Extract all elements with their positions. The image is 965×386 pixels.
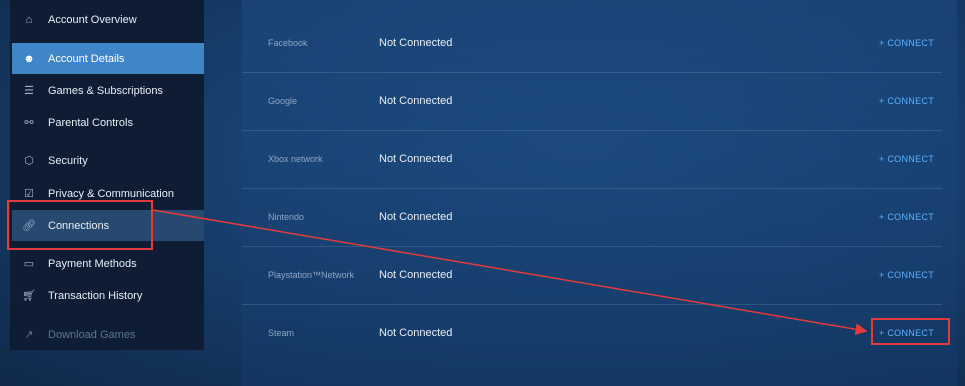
sidebar-item-account-overview[interactable]: ⌂ Account Overview bbox=[12, 4, 204, 35]
sidebar-item-payment-methods[interactable]: ▭ Payment Methods bbox=[12, 248, 204, 279]
home-icon: ⌂ bbox=[25, 13, 33, 26]
steam-connect-highlight-box bbox=[871, 318, 950, 345]
sidebar-item-label: Games & Subscriptions bbox=[48, 84, 163, 97]
sidebar-item-label: Transaction History bbox=[48, 289, 143, 302]
sidebar-item-label: Download Games bbox=[48, 328, 136, 341]
connect-button[interactable]: + CONNECT bbox=[879, 72, 934, 130]
service-name: Steam bbox=[268, 328, 295, 338]
sidebar-item-transaction-history[interactable]: 🛒︎ Transaction History bbox=[12, 280, 204, 311]
card-icon: ▭ bbox=[23, 258, 35, 270]
connection-status: Not Connected bbox=[379, 153, 453, 165]
connection-row-google: Google Not Connected + CONNECT bbox=[242, 72, 942, 131]
user-icon: ☻ bbox=[23, 52, 35, 65]
sidebar-item-label: Payment Methods bbox=[48, 257, 137, 270]
service-name: Xbox network bbox=[268, 154, 323, 164]
sidebar-item-label: Account Overview bbox=[48, 13, 137, 26]
list-icon: ☰ bbox=[24, 85, 34, 97]
connection-status: Not Connected bbox=[379, 95, 453, 107]
connection-row-nintendo: Nintendo Not Connected + CONNECT bbox=[242, 188, 942, 247]
connect-button[interactable]: + CONNECT bbox=[879, 14, 934, 72]
sidebar-item-label: Parental Controls bbox=[48, 116, 133, 129]
connect-button[interactable]: + CONNECT bbox=[879, 246, 934, 304]
sidebar-item-label: Account Details bbox=[48, 52, 125, 65]
connection-row-facebook: Facebook Not Connected + CONNECT bbox=[242, 14, 942, 73]
sidebar-item-label: Privacy & Communication bbox=[48, 187, 174, 200]
connection-status: Not Connected bbox=[379, 211, 453, 223]
service-name: Google bbox=[268, 96, 298, 106]
connect-button[interactable]: + CONNECT bbox=[879, 188, 934, 246]
sidebar-item-games-subscriptions[interactable]: ☰ Games & Subscriptions bbox=[12, 75, 204, 106]
connection-status: Not Connected bbox=[379, 327, 453, 339]
connection-status: Not Connected bbox=[379, 37, 453, 49]
connection-row-steam: Steam Not Connected + CONNECT bbox=[242, 304, 942, 362]
external-link-icon: ↗ bbox=[24, 329, 34, 341]
family-icon: ⚯ bbox=[24, 117, 34, 129]
sidebar-item-parental-controls[interactable]: ⚯ Parental Controls bbox=[12, 107, 204, 138]
service-name: Facebook bbox=[268, 38, 308, 48]
lock-icon: ☑ bbox=[24, 188, 34, 200]
sidebar-item-account-details[interactable]: ☻ Account Details bbox=[12, 43, 204, 74]
connection-row-playstation: Playstation™Network Not Connected + CONN… bbox=[242, 246, 942, 305]
connect-button[interactable]: + CONNECT bbox=[879, 130, 934, 188]
cart-icon: 🛒︎ bbox=[22, 290, 36, 302]
service-name: Nintendo bbox=[268, 212, 305, 222]
connection-row-xbox: Xbox network Not Connected + CONNECT bbox=[242, 130, 942, 189]
sidebar-item-download-games[interactable]: ↗ Download Games bbox=[12, 319, 204, 350]
connection-status: Not Connected bbox=[379, 269, 453, 281]
sidebar-item-label: Security bbox=[48, 154, 88, 167]
sidebar-item-security[interactable]: ⬡ Security bbox=[12, 145, 204, 176]
service-name: Playstation™Network bbox=[268, 270, 355, 280]
shield-icon: ⬡ bbox=[24, 155, 34, 167]
connections-highlight-box bbox=[7, 200, 153, 250]
sidebar: ⌂ Account Overview ☻ Account Details ☰ G… bbox=[10, 0, 204, 350]
